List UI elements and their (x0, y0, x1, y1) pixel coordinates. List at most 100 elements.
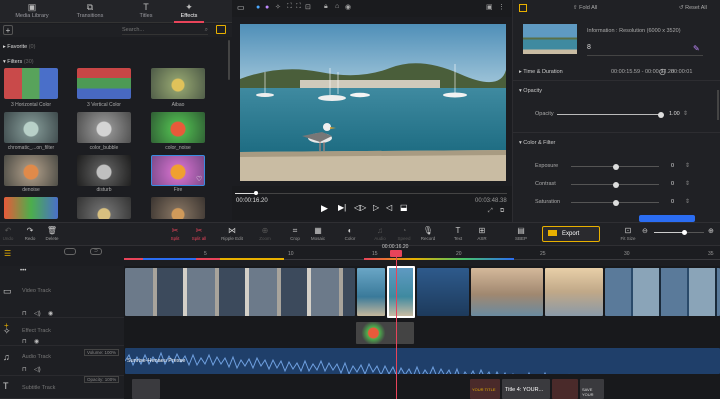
reset-all-button[interactable]: ↺ Reset All (679, 5, 707, 11)
opacity-value[interactable]: 1.00 (669, 111, 680, 117)
redo-button[interactable]: ↷ Redo (18, 225, 42, 241)
visibility-track-icon[interactable]: ◉ (48, 310, 53, 317)
undo-button[interactable]: ↶ Undo (0, 225, 20, 241)
prev-clip-icon[interactable]: ◁▷ (354, 203, 366, 212)
subtitle-clip[interactable] (552, 379, 578, 399)
crop-button[interactable]: ⌗ Crop (283, 225, 307, 241)
saturation-stepper-icon[interactable]: ⇕ (685, 198, 690, 205)
time-ruler[interactable]: 5 10 15 20 25 30 35 00:00:16.20 (124, 244, 720, 266)
add-icon[interactable]: + (3, 25, 13, 35)
favorite-heart-icon[interactable]: ♡ (196, 175, 202, 183)
mosaic-button[interactable]: ▦ Mosaic (306, 225, 330, 241)
library-scrollbar[interactable] (228, 40, 230, 80)
zoom-out-icon[interactable]: ⊖ (642, 227, 648, 235)
snapshot-icon[interactable]: ⬓ (400, 203, 408, 212)
saturation-value[interactable]: 0 (671, 199, 674, 205)
apply-button[interactable] (639, 215, 695, 222)
dot-icon-2[interactable]: ● (265, 4, 269, 11)
zoom-button[interactable]: ⊕ Zoom (253, 225, 277, 241)
mute-track-icon[interactable]: ◁) (34, 366, 41, 373)
exposure-value[interactable]: 0 (671, 163, 674, 169)
filters-section[interactable]: ▾ Filters (30) (3, 59, 34, 65)
delete-button[interactable]: 🗑︎ Delete (40, 225, 64, 241)
filter-thumb-denoise[interactable] (4, 155, 58, 186)
fold-all-button[interactable]: ⇧ Fold All (573, 5, 597, 11)
contrast-stepper-icon[interactable]: ⇕ (685, 180, 690, 187)
effect-track-lane[interactable] (124, 318, 720, 346)
lock-track-icon[interactable]: ⊓ (22, 338, 27, 345)
opacity-section[interactable]: ▾ Opacity (519, 88, 714, 94)
video-clip[interactable] (605, 268, 720, 316)
panel-collapse-icon[interactable] (519, 4, 527, 12)
popout-icon[interactable]: ⧉ (500, 208, 504, 215)
playhead-line[interactable] (396, 252, 397, 399)
filter-thumb-chromatic[interactable] (4, 112, 58, 143)
contrast-slider[interactable] (571, 181, 659, 188)
opacity-stepper-icon[interactable]: ⇕ (683, 110, 688, 117)
favorite-section[interactable]: ▸ Favorite (0) (3, 44, 35, 50)
camera-icon[interactable]: ▣ (486, 3, 493, 11)
mute-track-icon[interactable]: ◁) (34, 310, 41, 317)
subtitle-clip[interactable]: Title 4: YOUR... (502, 379, 550, 399)
color-button[interactable]: ◐ Color (338, 225, 362, 241)
filter-thumb-color-bubble[interactable] (77, 112, 131, 143)
split-all-button[interactable]: ✂ Split all (187, 225, 211, 241)
split-button[interactable]: ✂ Split (163, 225, 187, 241)
speed-button[interactable]: ◔ Speed (392, 225, 416, 241)
unlock-icon[interactable]: ⌂ (335, 3, 339, 10)
crop-frame-icon[interactable]: ⛶ (287, 3, 292, 11)
track-manager-icon[interactable]: ☰ (4, 249, 11, 258)
color-filter-section[interactable]: ▾ Color & Filter (519, 140, 714, 146)
ripple-edit-button[interactable]: ⋈ Ripple Edit (219, 225, 245, 241)
contrast-value[interactable]: 0 (671, 181, 674, 187)
filter-thumb-color-noise[interactable] (151, 112, 205, 143)
sparkle-icon[interactable]: ✧ (275, 3, 281, 11)
panel-toggle-icon[interactable] (216, 25, 226, 34)
opacity-badge[interactable]: Opacity: 100% (84, 376, 120, 383)
record-button[interactable]: 🎙︎ Record (416, 225, 440, 241)
filter-thumb-aibao[interactable] (151, 68, 205, 99)
video-clip[interactable] (125, 268, 355, 316)
subtitle-clip[interactable]: YOUR TITLE (470, 379, 500, 399)
asr-button[interactable]: ⊞ ASR (470, 225, 494, 241)
audio-button[interactable]: ♫ Audio (368, 225, 392, 241)
filter-thumb-disturb[interactable] (77, 155, 131, 186)
track-more-icon[interactable]: ••• (20, 268, 26, 274)
edit-pen-icon[interactable]: ✎ (693, 44, 700, 53)
playback-scrubber[interactable] (235, 191, 507, 195)
magnet-toggle[interactable] (64, 248, 76, 255)
zoom-in-icon[interactable]: ⊕ (708, 227, 714, 235)
text-button[interactable]: T Text (446, 225, 470, 241)
dot-icon-1[interactable]: ● (256, 4, 260, 11)
subtitle-track-lane[interactable]: YOUR TITLE Title 4: YOUR... SAVE YOUR (124, 376, 720, 399)
mark-out-icon[interactable]: ◁ (386, 203, 392, 212)
tab-effects[interactable]: ✦ Effects (160, 2, 218, 23)
video-track-lane[interactable] (124, 266, 720, 318)
more-icon[interactable]: ⋮ (498, 3, 505, 11)
fit-size-button[interactable]: ⊡ Fit Size (616, 225, 640, 241)
tab-transitions[interactable]: ⧉ Transitions (61, 2, 119, 22)
search-input[interactable]: Search... ⌕ (122, 26, 208, 35)
video-clip[interactable] (545, 268, 603, 316)
video-clip-selected[interactable] (387, 266, 415, 318)
eye-icon[interactable]: ◉ (345, 3, 351, 11)
clip-name-field[interactable]: 8 (587, 44, 591, 51)
filter-thumb-row4-a[interactable] (4, 197, 58, 219)
audio-clip[interactable]: Sunrise-Henaeu Presse (125, 348, 720, 374)
effect-clip[interactable] (356, 322, 414, 344)
fullscreen-icon[interactable]: ⤢ (488, 208, 493, 215)
exposure-slider[interactable] (571, 163, 659, 170)
lock-track-icon[interactable]: ⊓ (22, 310, 27, 317)
aspect-icon[interactable]: ⊡ (305, 3, 311, 11)
lock-track-icon[interactable]: ⊓ (22, 366, 27, 373)
filter-thumb-3-vertical-color[interactable] (77, 68, 131, 99)
subtitle-clip[interactable]: SAVE YOUR (580, 379, 604, 399)
play-icon[interactable]: ▶ (321, 203, 328, 214)
filter-thumb-row4-c[interactable] (151, 197, 205, 219)
sbep-button[interactable]: ▤ SBEP (509, 225, 533, 241)
export-button[interactable]: Export (542, 226, 600, 242)
menu-icon[interactable]: ▭ (237, 3, 245, 12)
visibility-track-icon[interactable]: ◉ (34, 338, 39, 345)
video-clip[interactable] (471, 268, 543, 316)
saturation-slider[interactable] (571, 199, 659, 206)
